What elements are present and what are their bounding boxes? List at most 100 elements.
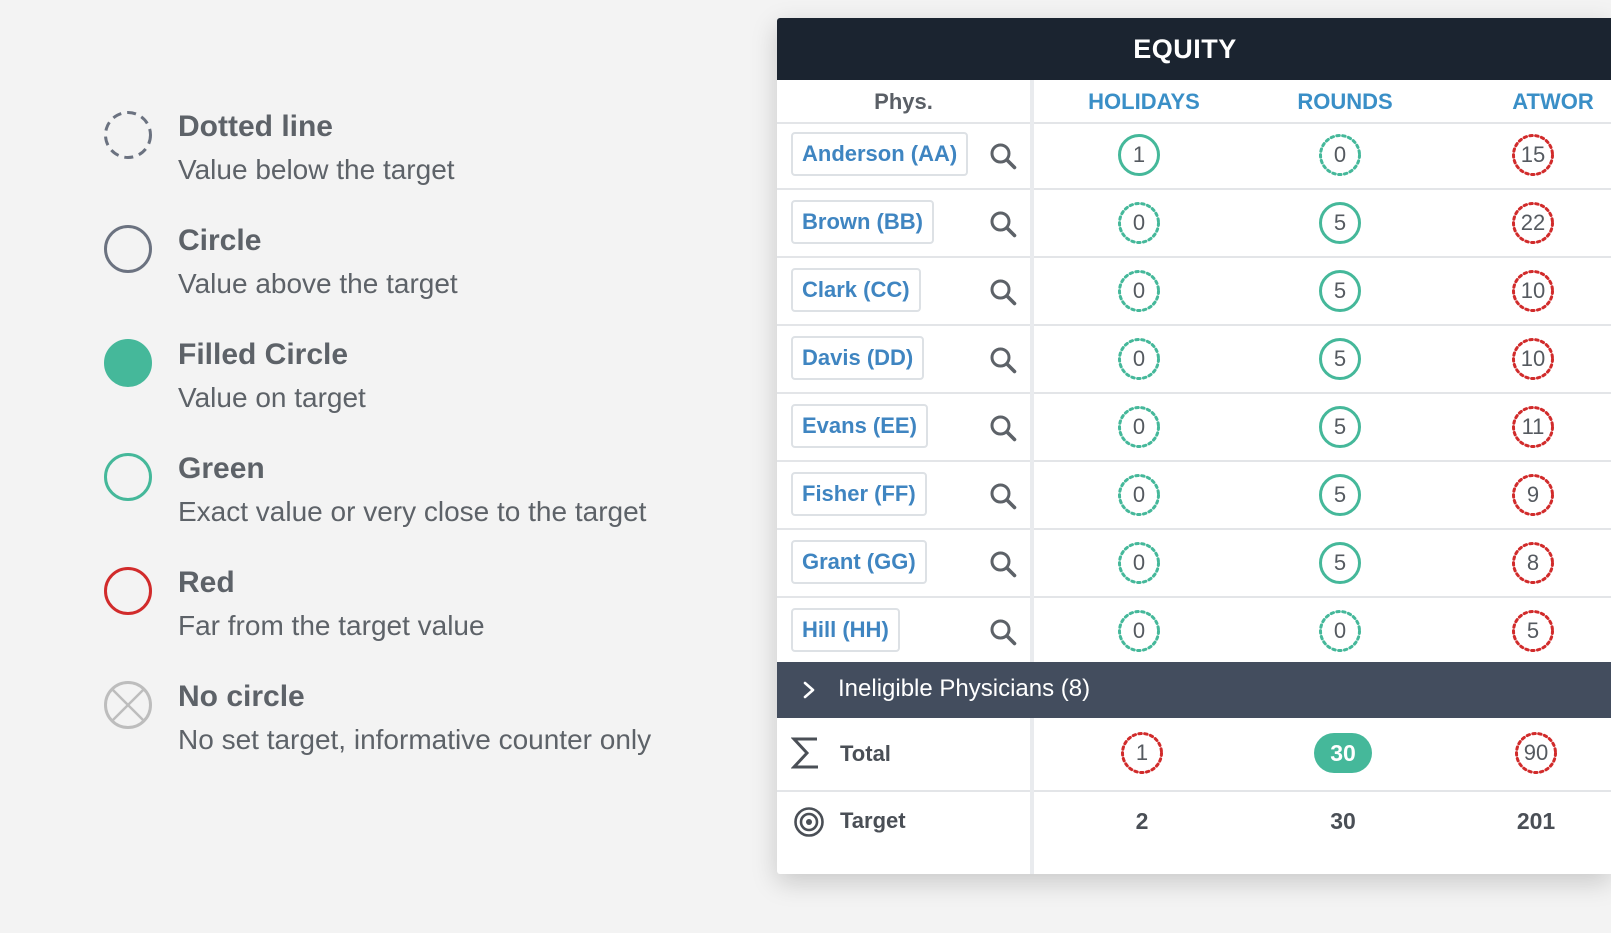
column-header-rounds[interactable]: ROUNDS [1297,89,1392,115]
total-rounds: 30 [1314,733,1372,773]
physician-name-button[interactable]: Clark (CC) [791,268,921,312]
atwork-value: 8 [1526,550,1540,575]
total-holidays-value: 1 [1135,740,1149,765]
legend-description: Value on target [178,382,366,413]
holidays-value: 0 [1132,210,1146,235]
atwork-value: 9 [1526,482,1540,507]
table-row: Fisher (FF) 0 5 9 [777,462,1611,530]
holidays-value: 0 [1132,278,1146,303]
holidays-value-cell: 1 [1117,133,1161,177]
rounds-value: 5 [1333,210,1347,235]
panel-header: EQUITY [777,18,1611,80]
physician-name-button[interactable]: Hill (HH) [791,608,900,652]
atwork-value-cell: 8 [1511,541,1555,585]
search-icon[interactable] [988,277,1018,307]
target-holidays: 2 [1135,808,1149,834]
atwork-value: 5 [1526,618,1540,643]
column-header-holidays[interactable]: HOLIDAYS [1088,89,1200,115]
physician-name-button[interactable]: Fisher (FF) [791,472,927,516]
holidays-value: 0 [1132,482,1146,507]
holidays-value: 1 [1132,142,1146,167]
legend-title: Circle [178,224,262,257]
total-rounds-value: 30 [1330,740,1356,766]
legend-title: Filled Circle [178,338,349,371]
physician-name-button[interactable]: Brown (BB) [791,200,934,244]
atwork-value: 10 [1520,278,1546,303]
holidays-value-cell: 0 [1117,405,1161,449]
table-row: Hill (HH) 0 0 5 [777,598,1611,666]
total-atwork: 90 [1514,731,1558,775]
atwork-value: 11 [1521,414,1545,439]
physician-name-button[interactable]: Grant (GG) [791,540,927,584]
outline-circle-icon [103,224,153,274]
equity-panel: EQUITY Phys. HOLIDAYS ROUNDS ATWOR Ander… [777,18,1611,874]
table-row: Grant (GG) 0 5 8 [777,530,1611,598]
red-circle-icon [103,566,153,616]
target-rounds: 30 [1330,808,1356,834]
search-icon[interactable] [988,345,1018,375]
search-icon[interactable] [988,413,1018,443]
holidays-value: 0 [1132,414,1146,439]
dashed-circle-icon [103,110,153,160]
total-atwork-value: 90 [1523,740,1549,765]
rounds-value-cell: 0 [1318,133,1362,177]
rounds-value: 0 [1333,142,1347,167]
rounds-value-cell: 5 [1318,541,1362,585]
legend-description: Value below the target [178,154,455,185]
circle-x-icon [103,680,153,730]
column-header-phys: Phys. [874,89,933,114]
holidays-value-cell: 0 [1117,201,1161,245]
rounds-value-cell: 0 [1318,609,1362,653]
target-atwork: 201 [1516,808,1556,834]
table-row: Brown (BB) 0 5 22 [777,190,1611,258]
atwork-value-cell: 5 [1511,609,1555,653]
filled-circle-icon [103,338,153,388]
rounds-value-cell: 5 [1318,337,1362,381]
target-label: Target [840,808,906,833]
rounds-value: 5 [1333,278,1347,303]
search-icon[interactable] [988,141,1018,171]
search-icon[interactable] [988,549,1018,579]
legend-title: Red [178,566,235,599]
column-header-atwork[interactable]: ATWOR [1512,89,1593,115]
total-row: Total 1 30 90 [777,718,1611,792]
legend-title: Green [178,452,265,485]
table-row: Clark (CC) 0 5 10 [777,258,1611,326]
column-divider [1030,80,1034,874]
column-headers: Phys. HOLIDAYS ROUNDS ATWOR [777,80,1611,124]
physician-name-button[interactable]: Davis (DD) [791,336,925,380]
atwork-value-cell: 10 [1511,337,1555,381]
rounds-value: 5 [1333,346,1347,371]
total-holidays: 1 [1120,731,1164,775]
atwork-value-cell: 11 [1511,405,1555,449]
holidays-value-cell: 0 [1117,337,1161,381]
rounds-value-cell: 5 [1318,269,1362,313]
panel-title: EQUITY [1133,34,1237,64]
legend-description: Far from the target value [178,610,485,641]
atwork-value-cell: 15 [1511,133,1555,177]
physician-name-button[interactable]: Anderson (AA) [791,132,969,176]
holidays-value: 0 [1132,550,1146,575]
atwork-value: 22 [1520,210,1546,235]
rounds-value-cell: 5 [1318,201,1362,245]
search-icon[interactable] [988,617,1018,647]
rounds-value-cell: 5 [1318,473,1362,517]
search-icon[interactable] [988,209,1018,239]
rounds-value: 5 [1333,482,1347,507]
holidays-value: 0 [1132,618,1146,643]
table-row: Anderson (AA) 1 0 15 [777,122,1611,190]
legend-description: No set target, informative counter only [178,724,652,755]
atwork-value-cell: 10 [1511,269,1555,313]
table-row: Davis (DD) 0 5 10 [777,326,1611,394]
legend-title: Dotted line [178,110,333,143]
physician-name-button[interactable]: Evans (EE) [791,404,928,448]
sigma-icon [791,736,821,770]
holidays-value-cell: 0 [1117,609,1161,653]
search-icon[interactable] [988,481,1018,511]
atwork-value-cell: 22 [1511,201,1555,245]
rounds-value: 5 [1333,550,1347,575]
rounds-value: 5 [1333,414,1347,439]
holidays-value-cell: 0 [1117,269,1161,313]
ineligible-physicians-toggle[interactable]: Ineligible Physicians (8) [777,662,1611,718]
target-row: Target 2 30 201 [777,792,1611,854]
